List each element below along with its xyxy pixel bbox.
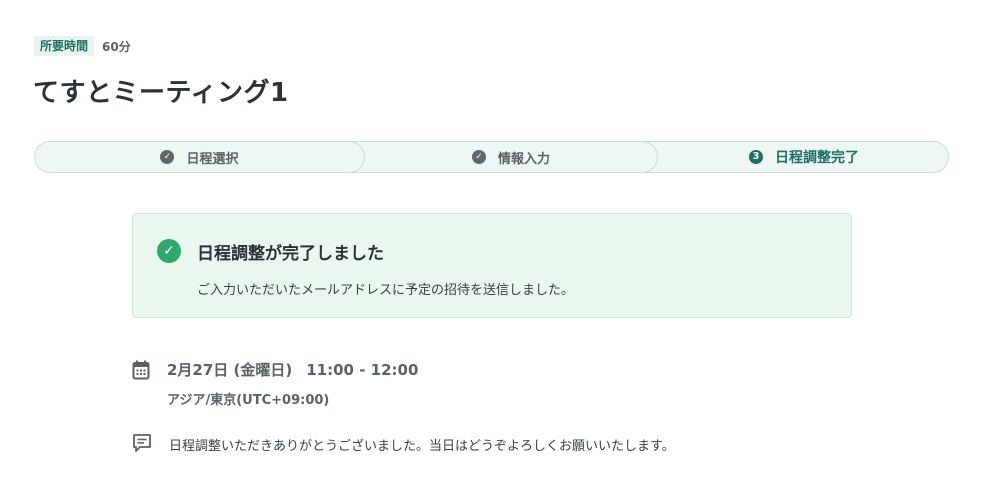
- event-date-time: 2月27日 (金曜日) 11:00 - 12:00: [167, 359, 418, 380]
- progress-stepper: ✓ 日程選択 ✓ 情報入力 3 日程調整完了: [34, 141, 949, 173]
- duration-info: 所要時間 60分: [34, 36, 131, 56]
- check-circle-icon: ✓: [471, 150, 486, 164]
- comment-icon: [133, 434, 151, 452]
- page-title: てすとミーティング1: [33, 78, 289, 108]
- duration-value: 60分: [102, 39, 131, 54]
- step-complete: 3 日程調整完了: [658, 142, 948, 172]
- check-circle-icon: ✓: [160, 150, 175, 164]
- step-label: 日程調整完了: [775, 150, 859, 166]
- step-number-icon: 3: [749, 150, 763, 164]
- booking-complete-page: 所要時間 60分 てすとミーティング1 ✓ 日程選択 ✓ 情報入力 3 日程調整…: [0, 0, 991, 501]
- success-message: ご入力いただいたメールアドレスに予定の招待を送信しました。: [197, 283, 575, 298]
- event-timezone: アジア/東京(UTC+09:00): [167, 393, 330, 408]
- event-date: 2月27日 (金曜日): [167, 361, 293, 379]
- calendar-icon: [132, 360, 150, 380]
- check-circle-icon: ✓: [157, 239, 181, 263]
- success-title: 日程調整が完了しました: [197, 244, 384, 264]
- duration-badge: 所要時間: [34, 36, 95, 56]
- step-label: 日程選択: [186, 151, 239, 167]
- event-message-text: 日程調整いただきありがとうございました。当日はどうぞよろしくお願いいたします。: [169, 439, 675, 454]
- event-time: 11:00 - 12:00: [306, 361, 419, 379]
- step-info-input: ✓ 情報入力: [335, 142, 658, 172]
- success-alert: ✓ 日程調整が完了しました ご入力いただいたメールアドレスに予定の招待を送信しま…: [132, 213, 852, 318]
- step-label: 情報入力: [497, 151, 550, 167]
- step-schedule-select: ✓ 日程選択: [35, 142, 365, 172]
